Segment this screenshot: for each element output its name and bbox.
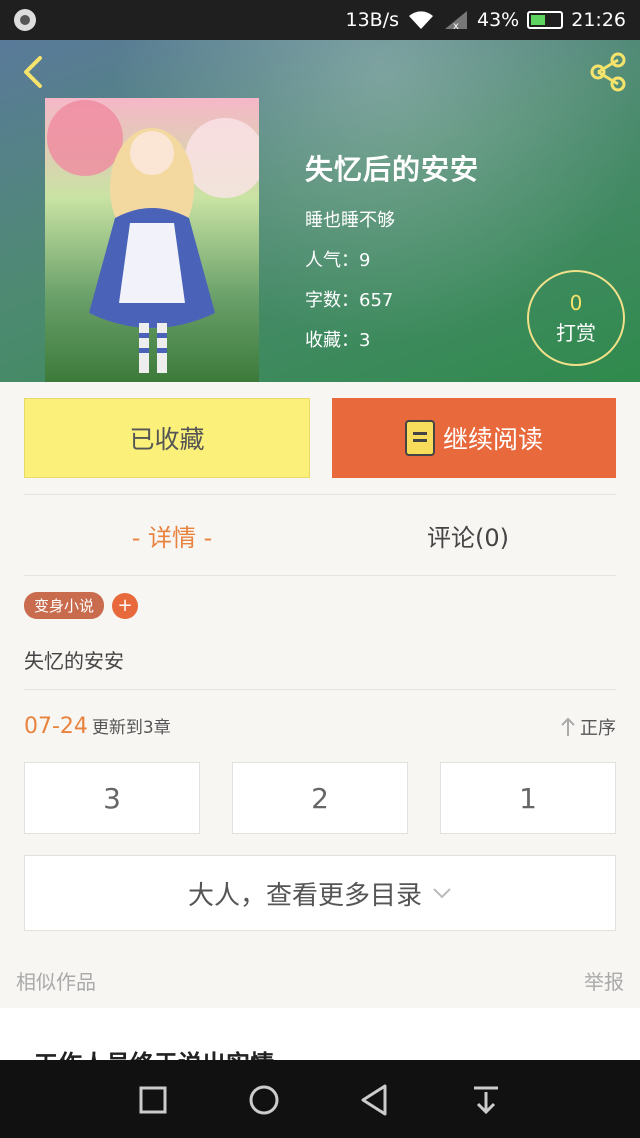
- similar-works-heading: 相似作品: [16, 970, 96, 994]
- word-count-stat: 字数：657: [305, 286, 479, 312]
- system-nav-bar: [0, 1060, 640, 1138]
- popularity-stat: 人气：9: [305, 246, 479, 272]
- chapter-item[interactable]: 3: [24, 762, 200, 834]
- battery-icon: [527, 11, 564, 29]
- book-header: 失忆后的安安 睡也睡不够 人气：9 字数：657 收藏：3 0 打赏: [0, 40, 640, 382]
- similar-work-title: 工作人员终于说出实情: [34, 1044, 274, 1060]
- update-text: 更新到3章: [91, 718, 171, 738]
- tab-comments[interactable]: 评论(0): [320, 495, 616, 575]
- arrow-up-icon: [561, 717, 575, 736]
- back-icon[interactable]: [353, 1078, 397, 1122]
- sort-label: 正序: [580, 718, 616, 739]
- divider: [24, 689, 616, 690]
- book-cover-image: [45, 98, 259, 382]
- continue-reading-button[interactable]: 继续阅读: [332, 398, 616, 478]
- reward-label: 打赏: [556, 320, 596, 345]
- favorites-value: 3: [359, 330, 371, 351]
- word-count-label: 字数：: [305, 290, 359, 311]
- popularity-value: 9: [359, 250, 371, 271]
- book-icon: [404, 420, 435, 456]
- notification-app-icon: [14, 9, 36, 31]
- similar-work-card[interactable]: 工作人员终于说出实情: [0, 1008, 640, 1060]
- tag-row: 变身小说 +: [24, 592, 139, 619]
- battery-percent: 43%: [477, 9, 520, 31]
- cell-signal-icon: x: [445, 11, 467, 31]
- recent-apps-icon[interactable]: [131, 1078, 175, 1122]
- favorited-button[interactable]: 已收藏: [24, 398, 310, 478]
- book-author: 睡也睡不够: [305, 210, 395, 231]
- favorites-label: 收藏：: [305, 330, 359, 351]
- sort-order-toggle[interactable]: 正序: [560, 714, 616, 740]
- book-info: 失忆后的安安 睡也睡不够 人气：9 字数：657 收藏：3: [305, 148, 479, 352]
- clock: 21:26: [571, 9, 626, 31]
- wifi-icon: [409, 11, 433, 29]
- tab-details[interactable]: - 详情 -: [24, 495, 320, 575]
- word-count-value: 657: [359, 290, 394, 311]
- more-catalog-button[interactable]: 大人，查看更多目录: [24, 855, 616, 931]
- chapter-item[interactable]: 1: [440, 762, 616, 834]
- update-info: 07-24 更新到3章: [24, 713, 171, 739]
- network-speed: 13B/s: [345, 9, 399, 31]
- svg-text:x: x: [453, 21, 459, 31]
- popularity-label: 人气：: [305, 250, 359, 271]
- chapter-item[interactable]: 2: [232, 762, 408, 834]
- continue-reading-label: 继续阅读: [442, 425, 543, 454]
- chapter-list: 3 2 1: [24, 762, 616, 834]
- cover-illustration: [47, 100, 259, 373]
- status-indicators: 13B/s x 43% 21:26: [345, 0, 626, 40]
- notification-pull-icon[interactable]: [464, 1078, 508, 1122]
- back-arrow-icon[interactable]: [14, 52, 54, 92]
- favorites-stat: 收藏：3: [305, 326, 479, 352]
- reward-button[interactable]: 0 打赏: [527, 270, 625, 366]
- detail-tabs: - 详情 - 评论(0): [24, 494, 616, 576]
- book-title: 失忆后的安安: [305, 153, 480, 186]
- status-bar: 13B/s x 43% 21:26: [0, 0, 640, 40]
- genre-tag[interactable]: 变身小说: [24, 592, 105, 619]
- chevron-down-icon: [433, 888, 451, 899]
- book-synopsis: 失忆的安安: [24, 649, 124, 673]
- reward-count: 0: [569, 290, 583, 315]
- home-icon[interactable]: [242, 1078, 286, 1122]
- more-catalog-label: 大人，查看更多目录: [187, 880, 422, 911]
- share-icon[interactable]: [586, 50, 630, 94]
- update-date: 07-24: [24, 714, 88, 739]
- report-link[interactable]: 举报: [584, 966, 624, 995]
- add-tag-button[interactable]: +: [112, 592, 139, 619]
